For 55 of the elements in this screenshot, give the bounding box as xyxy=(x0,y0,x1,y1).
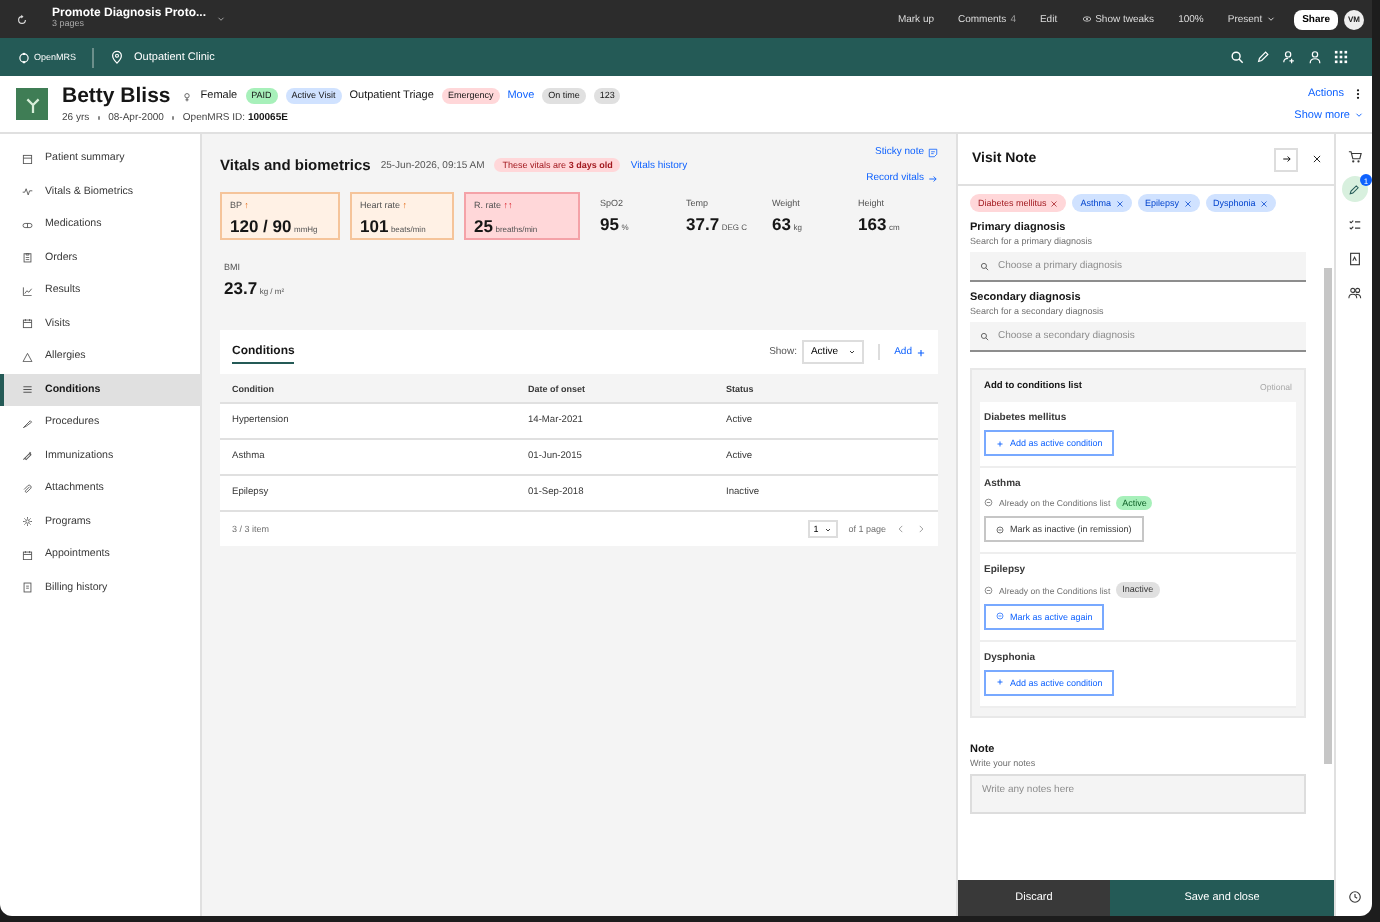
checklist-icon[interactable] xyxy=(1347,218,1361,232)
app-menu-icon[interactable] xyxy=(1334,50,1348,64)
pencil-icon[interactable] xyxy=(1256,50,1270,64)
note-tool-button[interactable] xyxy=(1341,176,1367,202)
pencil-icon xyxy=(1348,183,1360,195)
note-icon xyxy=(928,147,938,157)
eye-icon xyxy=(1081,14,1092,24)
location-pin-icon xyxy=(110,50,125,64)
summary-icon xyxy=(22,153,33,164)
plus-icon xyxy=(996,439,1004,447)
arrow-right-icon xyxy=(928,173,938,183)
remove-icon xyxy=(1115,199,1124,207)
pill-icon xyxy=(22,219,33,230)
list-icon xyxy=(22,384,33,395)
expand-button[interactable] xyxy=(1274,147,1298,171)
chevron-down-icon xyxy=(1266,14,1277,24)
search-icon[interactable] xyxy=(1230,50,1244,64)
remove-icon xyxy=(1050,199,1059,207)
add-person-icon[interactable] xyxy=(1282,50,1296,64)
search-icon xyxy=(980,332,989,341)
remove-icon xyxy=(1259,199,1268,207)
calendar-icon xyxy=(22,549,33,560)
remove-icon xyxy=(1183,199,1192,207)
chart-icon xyxy=(22,285,33,296)
warning-icon xyxy=(22,351,33,362)
chevron-down-icon[interactable] xyxy=(216,14,227,24)
gender-icon xyxy=(182,91,193,101)
cart-icon[interactable] xyxy=(1347,150,1361,164)
close-icon[interactable] xyxy=(1312,154,1322,164)
paperclip-icon xyxy=(22,483,33,494)
syringe-icon xyxy=(22,450,33,461)
gear-icon xyxy=(22,516,33,527)
plus-icon xyxy=(916,347,926,357)
user-icon[interactable] xyxy=(1308,50,1322,64)
chevron-down-icon xyxy=(1354,110,1364,120)
status-circle-icon xyxy=(984,585,993,595)
search-icon xyxy=(980,262,989,271)
receipt-icon xyxy=(22,582,33,593)
arrow-right-icon xyxy=(1281,154,1291,164)
plus-icon xyxy=(996,678,1004,687)
logo-icon xyxy=(18,51,30,63)
clipboard-icon xyxy=(22,252,33,263)
pulse-icon xyxy=(22,186,33,197)
refresh-icon[interactable] xyxy=(16,13,28,25)
plant-icon xyxy=(23,95,41,113)
patient-name: Betty Bliss xyxy=(62,84,171,108)
scalpel-icon xyxy=(22,417,33,428)
status-circle-icon xyxy=(984,498,993,508)
status-circle-icon xyxy=(996,525,1004,534)
calendar-icon xyxy=(22,318,33,329)
overflow-menu-icon[interactable] xyxy=(1352,87,1364,99)
status-circle-icon xyxy=(996,612,1004,621)
people-icon[interactable] xyxy=(1347,286,1361,300)
clock-icon[interactable] xyxy=(1347,890,1361,904)
document-icon[interactable] xyxy=(1347,252,1361,266)
